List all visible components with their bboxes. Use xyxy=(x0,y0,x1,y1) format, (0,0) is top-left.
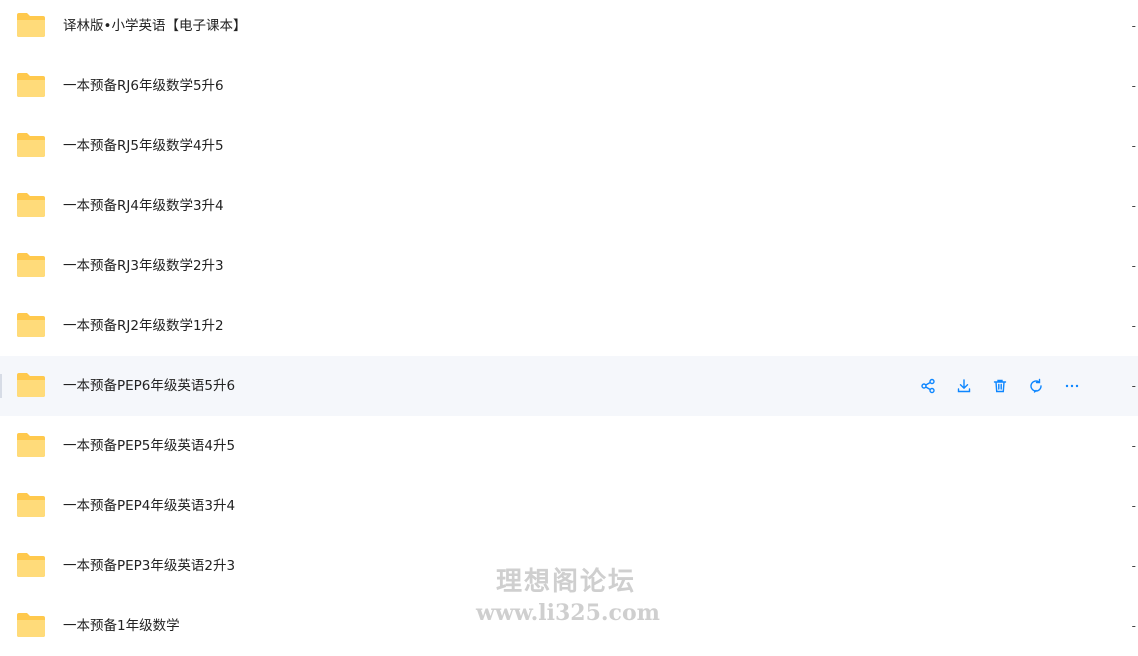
file-meta: - xyxy=(1131,199,1136,213)
file-name[interactable]: 一本预备RJ3年级数学2升3 xyxy=(63,236,224,296)
list-item[interactable]: 一本预备RJ5年级数学4升5 - xyxy=(0,116,1138,176)
folder-icon xyxy=(16,312,46,338)
file-name[interactable]: 一本预备RJ6年级数学5升6 xyxy=(63,56,224,116)
folder-icon xyxy=(16,492,46,518)
folder-icon xyxy=(16,72,46,98)
list-item[interactable]: 译林版•小学英语【电子课本】 - xyxy=(0,0,1138,56)
list-item-hovered[interactable]: 一本预备PEP6年级英语5升6 - xyxy=(0,356,1138,416)
folder-icon xyxy=(16,432,46,458)
file-meta: - xyxy=(1131,499,1136,513)
list-item[interactable]: 一本预备RJ2年级数学1升2 - xyxy=(0,296,1138,356)
file-name[interactable]: 一本预备PEP6年级英语5升6 xyxy=(63,356,235,416)
share-icon[interactable] xyxy=(910,371,946,401)
watermark-url: www.li325.com xyxy=(476,600,660,626)
file-meta: - xyxy=(1131,319,1136,333)
file-name[interactable]: 一本预备PEP3年级英语2升3 xyxy=(63,536,235,596)
file-name[interactable]: 一本预备1年级数学 xyxy=(63,596,180,656)
row-indicator xyxy=(0,374,2,398)
folder-icon xyxy=(16,12,46,38)
download-icon[interactable] xyxy=(946,371,982,401)
list-item[interactable]: 一本预备RJ4年级数学3升4 - xyxy=(0,176,1138,236)
watermark: 理想阁论坛 www.li325.com xyxy=(476,565,660,627)
file-name[interactable]: 译林版•小学英语【电子课本】 xyxy=(63,0,246,56)
folder-icon xyxy=(16,192,46,218)
row-actions xyxy=(910,356,1090,416)
list-item[interactable]: 一本预备RJ6年级数学5升6 - xyxy=(0,56,1138,116)
file-name[interactable]: 一本预备RJ2年级数学1升2 xyxy=(63,296,224,356)
file-name[interactable]: 一本预备PEP4年级英语3升4 xyxy=(63,476,235,536)
folder-icon xyxy=(16,612,46,638)
file-meta: - xyxy=(1131,379,1136,393)
file-meta: - xyxy=(1131,619,1136,633)
file-name[interactable]: 一本预备RJ4年级数学3升4 xyxy=(63,176,224,236)
list-item[interactable]: 一本预备RJ3年级数学2升3 - xyxy=(0,236,1138,296)
file-meta: - xyxy=(1131,139,1136,153)
file-meta: - xyxy=(1131,19,1136,33)
file-name[interactable]: 一本预备PEP5年级英语4升5 xyxy=(63,416,235,476)
list-item[interactable]: 一本预备PEP5年级英语4升5 - xyxy=(0,416,1138,476)
file-meta: - xyxy=(1131,259,1136,273)
file-meta: - xyxy=(1131,439,1136,453)
folder-icon xyxy=(16,252,46,278)
folder-icon xyxy=(16,132,46,158)
file-meta: - xyxy=(1131,79,1136,93)
folder-icon xyxy=(16,552,46,578)
watermark-title: 理想阁论坛 xyxy=(495,567,636,597)
delete-icon[interactable] xyxy=(982,371,1018,401)
sync-icon[interactable] xyxy=(1018,371,1054,401)
file-list: 译林版•小学英语【电子课本】 - 一本预备RJ6年级数学5升6 - 一本预备RJ… xyxy=(0,0,1138,656)
file-meta: - xyxy=(1131,559,1136,573)
more-icon[interactable] xyxy=(1054,371,1090,401)
folder-icon xyxy=(16,372,46,398)
list-item[interactable]: 一本预备PEP4年级英语3升4 - xyxy=(0,476,1138,536)
file-name[interactable]: 一本预备RJ5年级数学4升5 xyxy=(63,116,224,176)
